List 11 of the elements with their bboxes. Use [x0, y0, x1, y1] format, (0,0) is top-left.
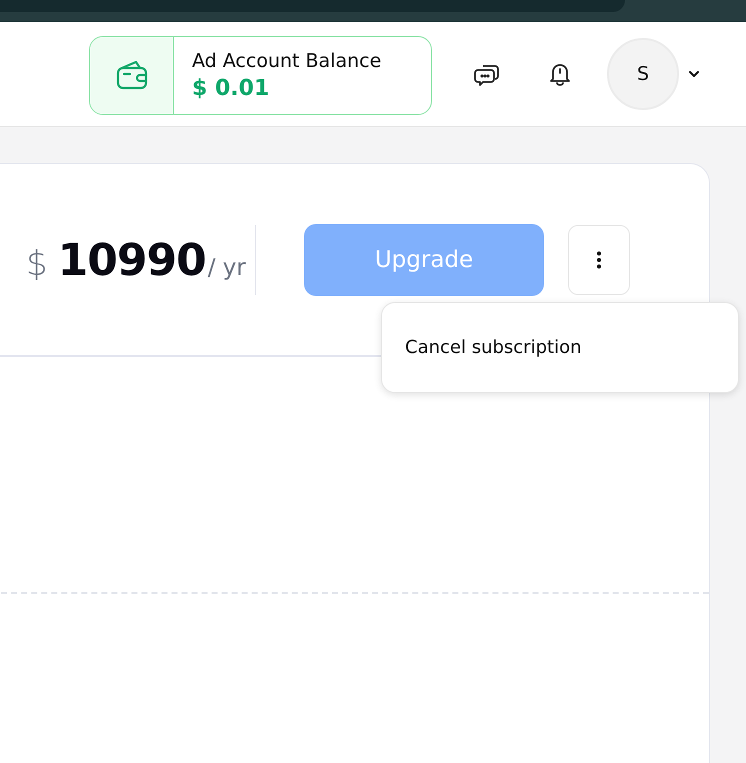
user-avatar[interactable]: S	[607, 38, 679, 110]
currency-symbol: $	[26, 244, 48, 284]
balance-amount: $ 0.01	[192, 76, 270, 100]
menu-item[interactable]: Cancel subscription	[405, 337, 582, 358]
price-amount: 10990	[58, 234, 206, 286]
chevron-down-icon[interactable]	[688, 70, 700, 78]
notification-bell-icon[interactable]	[547, 61, 573, 87]
price-period: / yr	[208, 254, 246, 280]
wallet-icon	[116, 60, 148, 90]
balance-label: Ad Account Balance	[192, 50, 382, 72]
vertical-dots-icon	[597, 251, 601, 269]
